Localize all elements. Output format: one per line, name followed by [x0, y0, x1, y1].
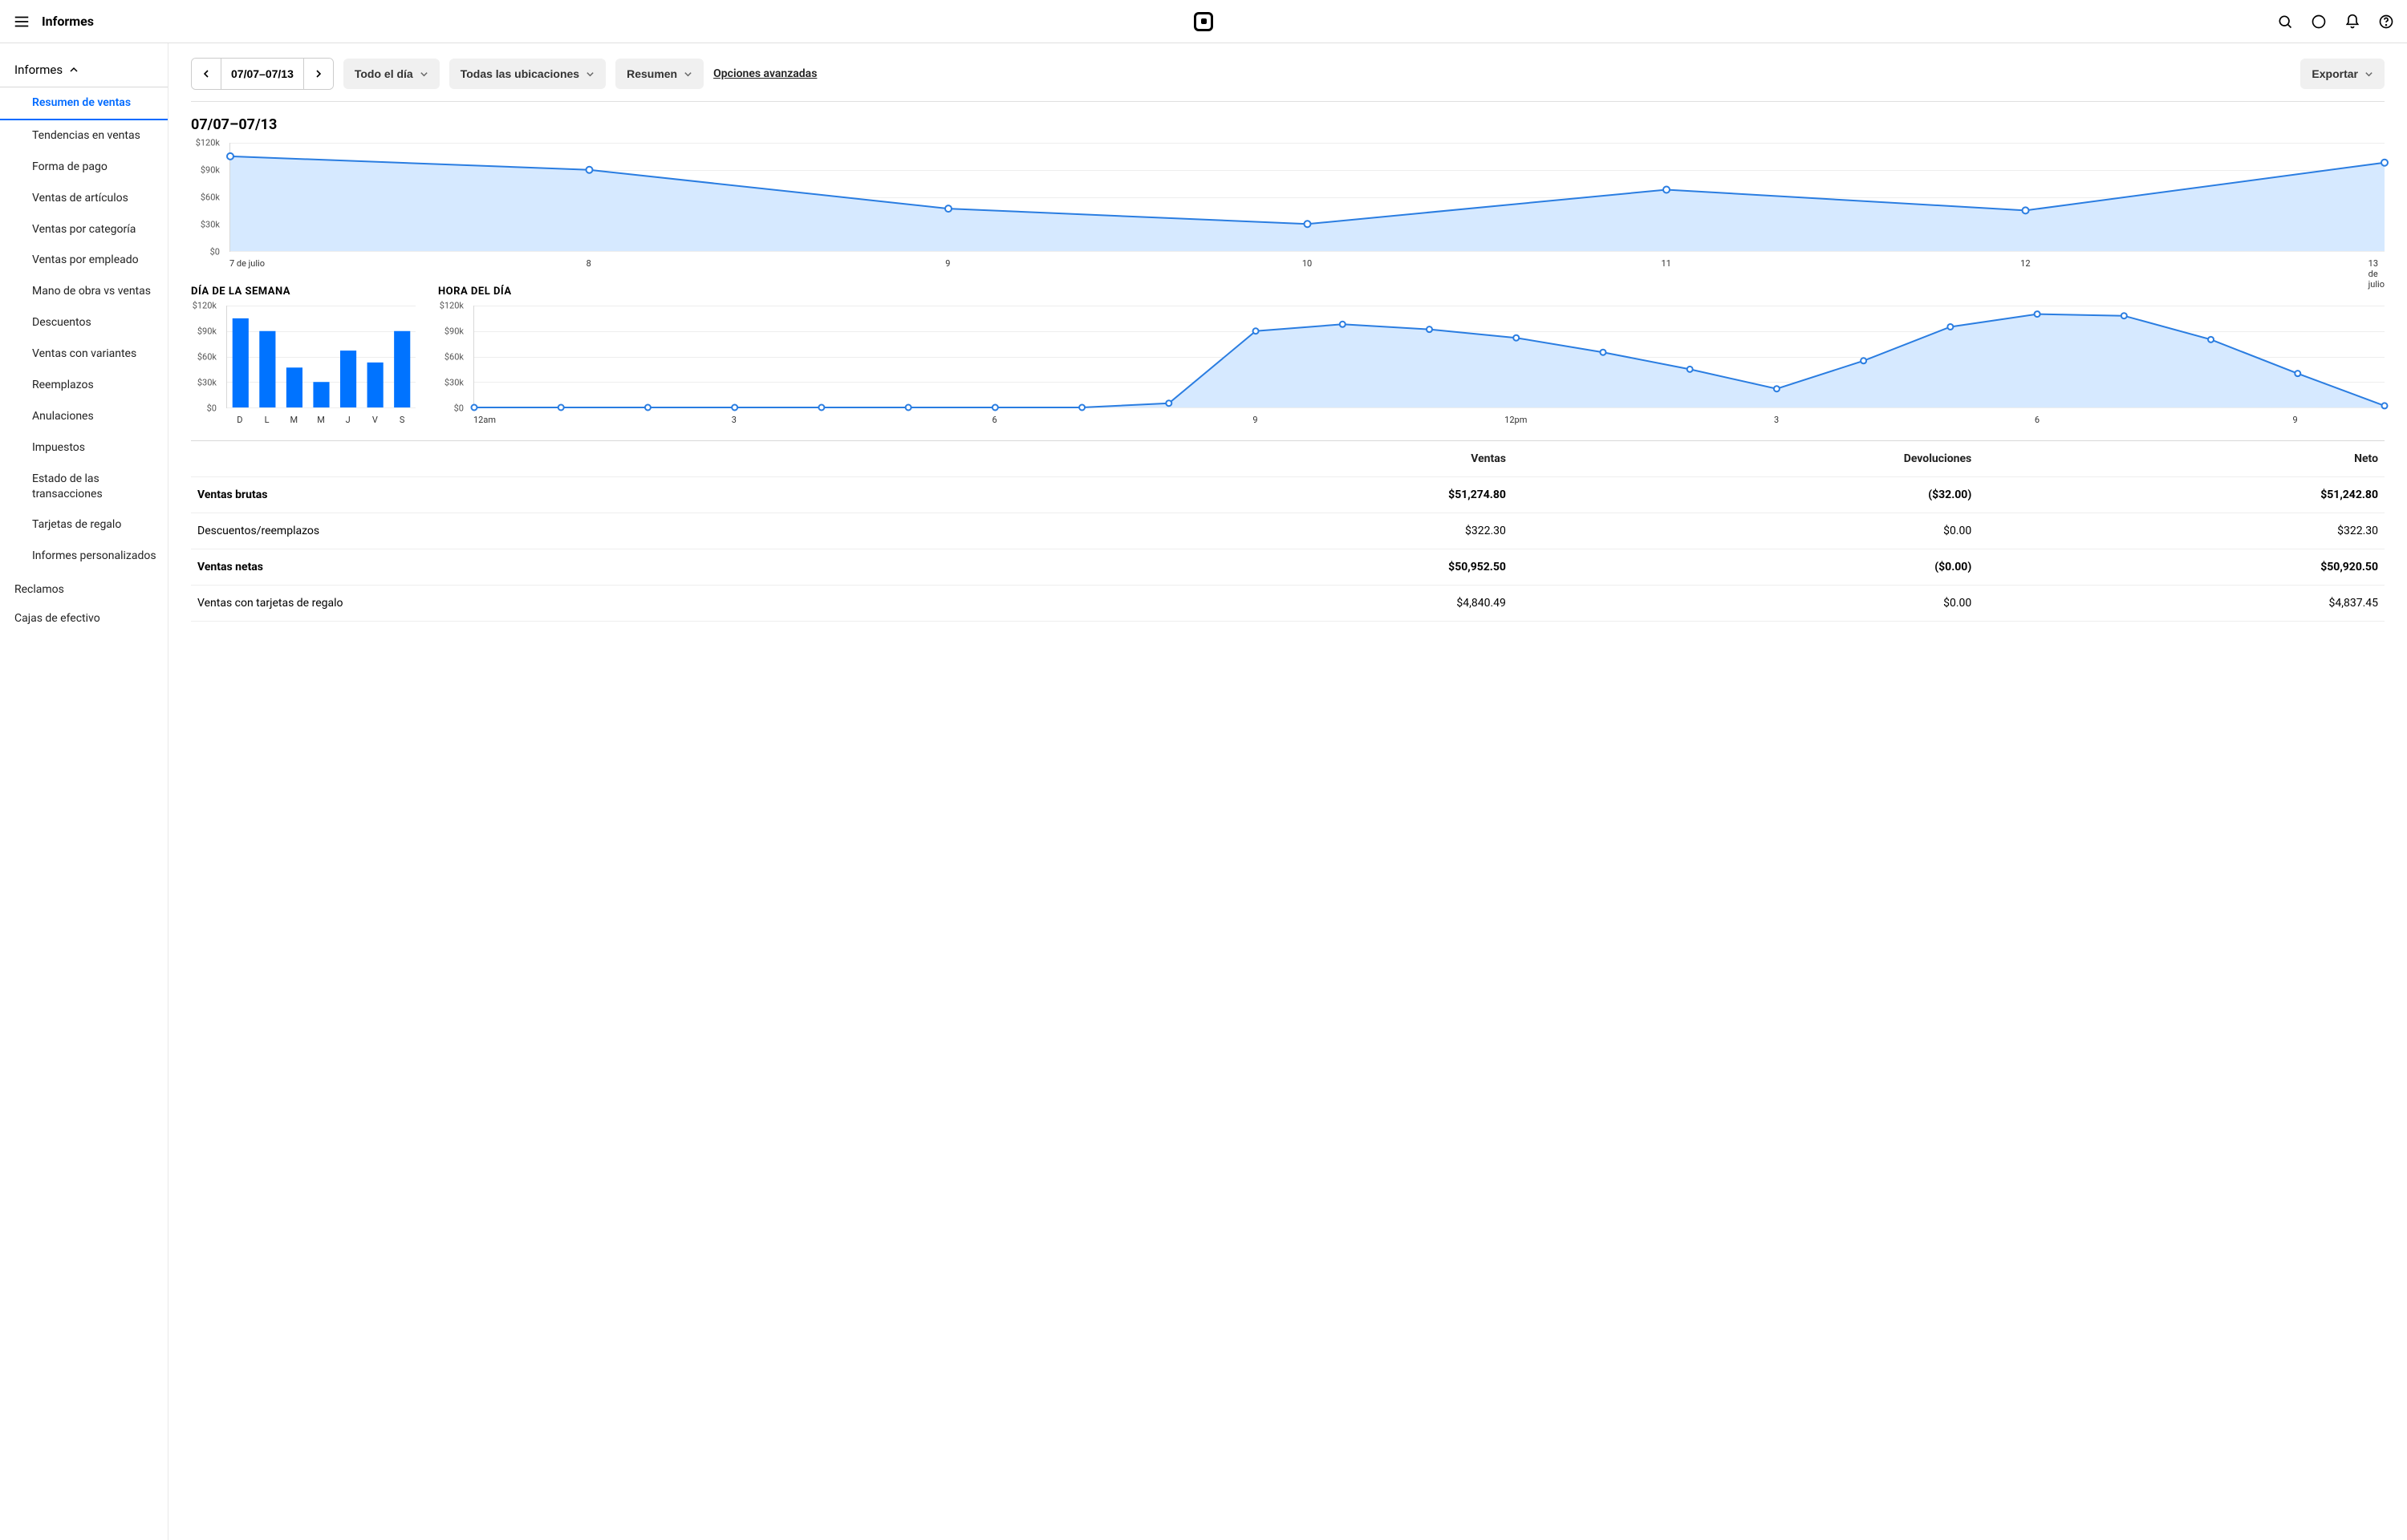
- date-next-button[interactable]: [304, 59, 333, 89]
- bell-icon[interactable]: [2344, 14, 2360, 30]
- topbar: Informes: [0, 0, 2407, 43]
- date-range-label: 07/07–07/13: [231, 67, 294, 80]
- sidebar-section-label: Informes: [14, 63, 63, 77]
- sidebar: Informes Resumen de ventas Tendencias en…: [0, 43, 168, 1540]
- filter-bar: 07/07–07/13 Todo el día Todas las ubicac…: [191, 58, 2385, 90]
- table-cell: Descuentos/reemplazos: [191, 513, 1106, 549]
- sidebar-item-reemplazos[interactable]: Reemplazos: [0, 370, 168, 401]
- table-cell: $50,920.50: [1978, 549, 2385, 586]
- chevron-down-icon: [420, 70, 428, 79]
- table-cell: Ventas con tarjetas de regalo: [191, 586, 1106, 622]
- sidebar-item-reclamos[interactable]: Reclamos: [0, 575, 168, 604]
- th-neto: Neto: [1978, 441, 2385, 477]
- chat-icon[interactable]: [2311, 14, 2327, 30]
- table-row: Ventas netas$50,952.50($0.00)$50,920.50: [191, 549, 2385, 586]
- sidebar-item-descuentos[interactable]: Descuentos: [0, 307, 168, 338]
- location-filter-button[interactable]: Todas las ubicaciones: [449, 59, 606, 89]
- chevron-down-icon: [586, 70, 595, 79]
- table-row: Ventas con tarjetas de regalo$4,840.49$0…: [191, 586, 2385, 622]
- chevron-down-icon: [684, 70, 692, 79]
- table-cell: $51,242.80: [1978, 477, 2385, 513]
- sidebar-item-ventas-variantes[interactable]: Ventas con variantes: [0, 338, 168, 370]
- table-row: Ventas brutas$51,274.80($32.00)$51,242.8…: [191, 477, 2385, 513]
- chevron-up-icon: [69, 65, 79, 75]
- table-cell: $322.30: [1978, 513, 2385, 549]
- menu-icon[interactable]: [13, 13, 30, 30]
- time-filter-label: Todo el día: [355, 67, 413, 80]
- sales-summary-table: Ventas Devoluciones Neto Ventas brutas$5…: [191, 440, 2385, 622]
- table-row: Descuentos/reemplazos$322.30$0.00$322.30: [191, 513, 2385, 549]
- hod-line-chart: $0$30k$60k$90k$120k12am36912pm369: [438, 306, 2385, 426]
- table-cell: $50,952.50: [1106, 549, 1512, 586]
- sidebar-item-resumen-de-ventas[interactable]: Resumen de ventas: [0, 87, 168, 120]
- sidebar-item-estado-transacciones[interactable]: Estado de las transacciones: [0, 464, 168, 510]
- table-cell: $322.30: [1106, 513, 1512, 549]
- sidebar-item-anulaciones[interactable]: Anulaciones: [0, 401, 168, 432]
- time-filter-button[interactable]: Todo el día: [343, 59, 440, 89]
- date-prev-button[interactable]: [192, 59, 221, 89]
- table-cell: Ventas brutas: [191, 477, 1106, 513]
- date-range-button[interactable]: 07/07–07/13: [221, 59, 304, 89]
- dow-bar-chart: $0$30k$60k$90k$120kDLMMJVS: [191, 306, 416, 426]
- th-ventas: Ventas: [1106, 441, 1512, 477]
- sidebar-item-tendencias[interactable]: Tendencias en ventas: [0, 120, 168, 152]
- table-cell: $0.00: [1512, 586, 1978, 622]
- table-cell: $4,840.49: [1106, 586, 1512, 622]
- th-devoluciones: Devoluciones: [1512, 441, 1978, 477]
- page-title: Informes: [42, 14, 94, 29]
- sidebar-section-toggle[interactable]: Informes: [0, 58, 168, 87]
- summary-filter-label: Resumen: [627, 67, 677, 80]
- sidebar-item-tarjetas-regalo[interactable]: Tarjetas de regalo: [0, 509, 168, 541]
- sidebar-item-forma-de-pago[interactable]: Forma de pago: [0, 152, 168, 183]
- th-label: [191, 441, 1106, 477]
- square-logo-icon: [1194, 12, 1213, 31]
- location-filter-label: Todas las ubicaciones: [461, 67, 579, 80]
- sidebar-item-ventas-articulos[interactable]: Ventas de artículos: [0, 183, 168, 214]
- dow-chart-title: DÍA DE LA SEMANA: [191, 286, 416, 298]
- advanced-options-link[interactable]: Opciones avanzadas: [713, 67, 817, 80]
- sidebar-item-mano-de-obra[interactable]: Mano de obra vs ventas: [0, 276, 168, 307]
- table-cell: $0.00: [1512, 513, 1978, 549]
- sidebar-item-ventas-empleado[interactable]: Ventas por empleado: [0, 245, 168, 276]
- search-icon[interactable]: [2277, 14, 2293, 30]
- sidebar-item-ventas-categoria[interactable]: Ventas por categoría: [0, 214, 168, 245]
- table-cell: $4,837.45: [1978, 586, 2385, 622]
- chevron-down-icon: [2364, 70, 2373, 79]
- main-chart-title: 07/07–07/13: [191, 116, 2385, 133]
- sidebar-item-informes-personalizados[interactable]: Informes personalizados: [0, 541, 168, 572]
- help-icon[interactable]: [2378, 14, 2394, 30]
- table-cell: Ventas netas: [191, 549, 1106, 586]
- summary-filter-button[interactable]: Resumen: [615, 59, 704, 89]
- main-content: 07/07–07/13 Todo el día Todas las ubicac…: [168, 43, 2407, 1540]
- table-cell: ($32.00): [1512, 477, 1978, 513]
- export-label: Exportar: [2312, 67, 2358, 80]
- table-cell: $51,274.80: [1106, 477, 1512, 513]
- table-cell: ($0.00): [1512, 549, 1978, 586]
- hod-chart-title: HORA DEL DÍA: [438, 286, 2385, 298]
- sidebar-item-cajas-efectivo[interactable]: Cajas de efectivo: [0, 604, 168, 633]
- sidebar-item-impuestos[interactable]: Impuestos: [0, 432, 168, 464]
- sales-trend-chart: $0$30k$60k$90k$120k7 de julio8910111213 …: [191, 143, 2385, 271]
- export-button[interactable]: Exportar: [2300, 59, 2385, 89]
